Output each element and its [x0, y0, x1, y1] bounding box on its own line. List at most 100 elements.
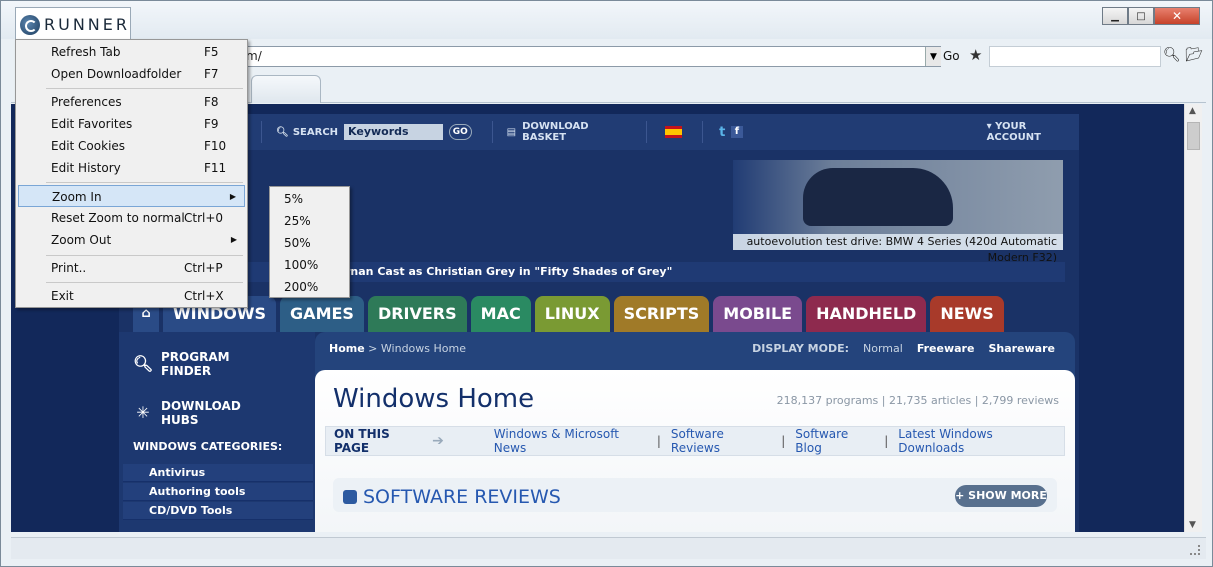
mode-shareware[interactable]: Shareware [988, 342, 1055, 355]
menu-open-downloadfolder[interactable]: Open Downloadfolder F7 [18, 63, 245, 85]
search-icon: 🔍︎ [276, 126, 289, 138]
site-counts: 218,137 programs | 21,735 articles | 2,7… [776, 394, 1059, 407]
keywords-input[interactable]: Keywords [344, 124, 443, 140]
on-this-page-bar: ON THIS PAGE ➔ Windows & Microsoft News |… [325, 426, 1065, 456]
category-authoring-tools[interactable]: Authoring tools [123, 483, 313, 501]
category-antivirus[interactable]: Antivirus [123, 464, 313, 482]
search-label: SEARCH [292, 126, 339, 138]
resize-grip-icon[interactable] [1190, 545, 1200, 555]
search-input[interactable] [989, 46, 1161, 67]
folder-icon[interactable]: 📂︎ [1185, 47, 1203, 63]
show-more-button[interactable]: + SHOW MORE [955, 485, 1047, 507]
menu-separator [46, 88, 243, 89]
tab-scripts[interactable]: SCRIPTS [613, 296, 710, 332]
star-icon[interactable]: ★ [969, 46, 982, 64]
your-account-link[interactable]: ▾ YOUR ACCOUNT [987, 121, 1079, 143]
tab-mac[interactable]: MAC [470, 296, 531, 332]
go-button[interactable]: Go [943, 49, 960, 63]
site-top-nav: 🔍︎ SEARCH Keywords GO ▤ DOWNLOAD BASKET … [119, 114, 1079, 150]
menu-print[interactable]: Print.. Ctrl+P [18, 257, 245, 279]
menu-edit-history[interactable]: Edit History F11 [18, 157, 245, 179]
menu-separator [46, 282, 243, 283]
category-cd-dvd-tools[interactable]: CD/DVD Tools [123, 502, 313, 520]
mode-normal[interactable]: Normal [863, 342, 903, 355]
zoom-100[interactable]: 100% [284, 258, 318, 272]
zoom-5[interactable]: 5% [284, 192, 303, 206]
main-content: Home > Windows Home DISPLAY MODE: Normal… [315, 332, 1075, 532]
minimize-button[interactable]: ▁ [1102, 7, 1128, 25]
address-dropdown-button[interactable]: ▼ [925, 47, 941, 66]
banner-caption[interactable]: autoevolution test drive: BMW 4 Series (… [733, 234, 1063, 264]
breadcrumb-home[interactable]: Home [329, 342, 365, 355]
categories-title: WINDOWS CATEGORIES: [133, 440, 283, 453]
link-latest-downloads[interactable]: Latest Windows Downloads [898, 427, 1054, 455]
basket-icon: ▤ [506, 126, 517, 138]
zoom-submenu: 5% 25% 50% 100% 200% [269, 186, 350, 298]
link-software-reviews[interactable]: Software Reviews [671, 427, 771, 455]
globe-icon [20, 14, 40, 35]
download-hubs-link[interactable]: ✳ DOWNLOAD HUBS [133, 399, 241, 427]
menu-edit-cookies[interactable]: Edit Cookies F10 [18, 135, 245, 157]
tab-drivers[interactable]: DRIVERS [367, 296, 467, 332]
magnifier-icon: 🔍︎ [133, 354, 154, 373]
tab-handheld[interactable]: HANDHELD [806, 296, 927, 332]
menu-zoom-out[interactable]: Zoom Out ▶ [18, 229, 245, 251]
status-bar [11, 537, 1206, 559]
car-image [803, 168, 953, 226]
search-icon[interactable]: 🔍︎ [1163, 47, 1181, 63]
menu-reset-zoom[interactable]: Reset Zoom to normal Ctrl+0 [18, 207, 245, 229]
spain-flag-icon[interactable] [665, 126, 683, 138]
news-ticker[interactable]: rnan Cast as Christian Grey in "Fifty Sh… [119, 262, 1065, 282]
submenu-arrow-icon: ▶ [229, 192, 236, 201]
menu-edit-favorites[interactable]: Edit Favorites F9 [18, 113, 245, 135]
title-bar: RUNNER ▁ □ ✕ [1, 1, 1212, 41]
sidebar: 🔍︎ PROGRAM FINDER ✳ DOWNLOAD HUBS WINDOW… [119, 332, 315, 532]
zoom-25[interactable]: 25% [284, 214, 311, 228]
category-tabs: ⌂ WINDOWS GAMES DRIVERS MAC LINUX SCRIPTS MOBI… [133, 296, 1008, 332]
zoom-50[interactable]: 50% [284, 236, 311, 250]
display-mode: DISPLAY MODE: Normal Freeware Shareware [752, 342, 1055, 355]
scroll-down-icon[interactable]: ▼ [1189, 520, 1196, 530]
softpedia-page: 🔍︎ SEARCH Keywords GO ▤ DOWNLOAD BASKET … [119, 114, 1079, 532]
section-title: SOFTWARE REVIEWS [363, 486, 561, 508]
runner-menu-button[interactable]: RUNNER [15, 7, 131, 41]
windows-home-card: Windows Home 218,137 programs | 21,735 a… [315, 370, 1075, 532]
mode-freeware[interactable]: Freeware [917, 342, 975, 355]
tab-mobile[interactable]: MOBILE [713, 296, 803, 332]
twitter-icon[interactable]: t [719, 125, 725, 140]
scroll-thumb[interactable] [1187, 122, 1200, 150]
vertical-scrollbar[interactable]: ▲ ▼ [1184, 104, 1202, 532]
tab-news[interactable]: NEWS [930, 296, 1004, 332]
menu-exit[interactable]: Exit Ctrl+X [18, 285, 245, 307]
menu-separator [46, 255, 243, 256]
submenu-arrow-icon: ▶ [230, 235, 237, 244]
breadcrumb: Home > Windows Home [329, 342, 466, 355]
tab-linux[interactable]: LINUX [534, 296, 610, 332]
link-software-blog[interactable]: Software Blog [795, 427, 874, 455]
link-windows-news[interactable]: Windows & Microsoft News [494, 427, 647, 455]
app-name: RUNNER [44, 15, 130, 34]
close-button[interactable]: ✕ [1154, 7, 1200, 25]
breadcrumb-current: Windows Home [380, 342, 466, 355]
address-input[interactable]: m/ [239, 46, 941, 67]
menu-zoom-in[interactable]: Zoom In ▶ [18, 185, 245, 207]
download-basket-link[interactable]: DOWNLOAD BASKET [522, 121, 630, 143]
arrow-right-icon: ➔ [432, 433, 444, 449]
scroll-up-icon[interactable]: ▲ [1189, 106, 1196, 116]
hubs-icon: ✳ [136, 403, 150, 422]
program-finder-link[interactable]: 🔍︎ PROGRAM FINDER [133, 350, 231, 378]
menu-preferences[interactable]: Preferences F8 [18, 91, 245, 113]
software-reviews-section: SOFTWARE REVIEWS + SHOW MORE [333, 478, 1057, 512]
window-controls: ▁ □ ✕ [1102, 7, 1200, 25]
browser-tab[interactable] [251, 75, 321, 103]
runner-menu: Refresh Tab F5 Open Downloadfolder F7 Pref… [15, 39, 248, 308]
tab-games[interactable]: GAMES [280, 296, 364, 332]
menu-refresh-tab[interactable]: Refresh Tab F5 [18, 41, 245, 63]
page-title: Windows Home [333, 384, 535, 414]
maximize-button[interactable]: □ [1128, 7, 1154, 25]
rss-icon [343, 490, 357, 504]
facebook-icon[interactable]: f [731, 126, 743, 138]
zoom-200[interactable]: 200% [284, 280, 318, 294]
site-go-button[interactable]: GO [448, 124, 472, 140]
menu-separator [46, 182, 243, 183]
